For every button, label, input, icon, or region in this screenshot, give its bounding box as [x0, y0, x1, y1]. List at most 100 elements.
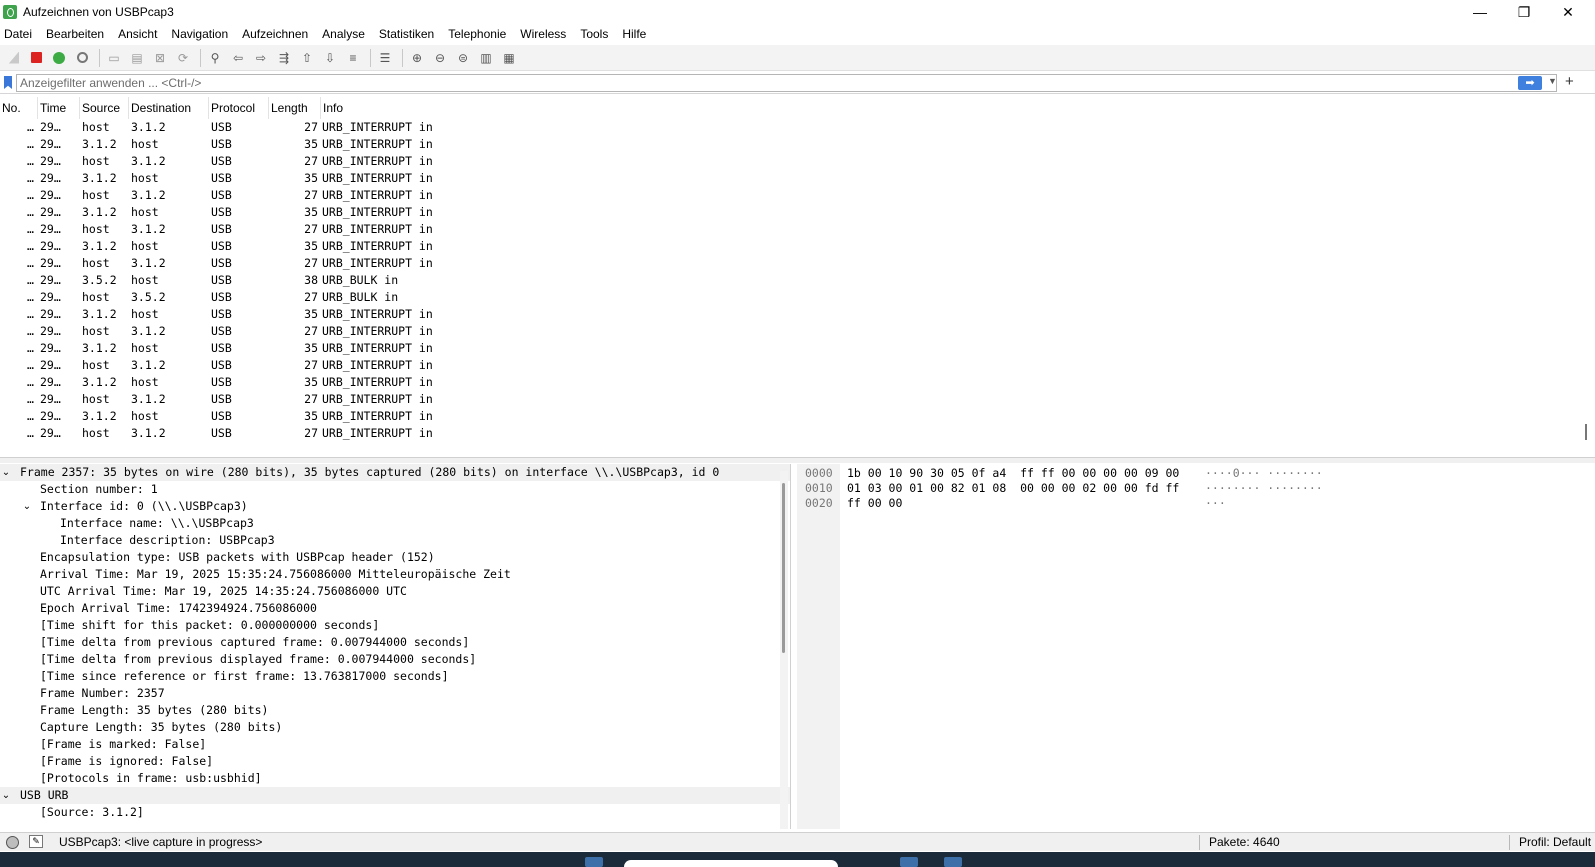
detail-tree-item[interactable]: [Time shift for this packet: 0.000000000…: [0, 617, 790, 634]
go-to-packet-icon[interactable]: ⇶: [274, 48, 294, 68]
detail-tree-item[interactable]: Frame Number: 2357: [0, 685, 790, 702]
detail-tree-item[interactable]: Frame Length: 35 bytes (280 bits): [0, 702, 790, 719]
find-packet-icon[interactable]: ⚲: [205, 48, 225, 68]
packet-row[interactable]: … 29… 3.1.2 host USB 35 URB_INTERRUPT in: [0, 374, 1595, 391]
close-button[interactable]: ✕: [1546, 0, 1590, 24]
taskbar-app-icon[interactable]: [944, 857, 962, 867]
detail-tree-item[interactable]: Interface name: \\.\USBPcap3: [0, 515, 790, 532]
detail-tree-item[interactable]: [Frame is marked: False]: [0, 736, 790, 753]
packet-row[interactable]: … 29… host 3.1.2 USB 27 URB_INTERRUPT in: [0, 187, 1595, 204]
restart-capture-icon[interactable]: [49, 48, 69, 68]
packet-row[interactable]: … 29… host 3.1.2 USB 27 URB_INTERRUPT in: [0, 323, 1595, 340]
column-header-no[interactable]: No.: [0, 97, 38, 119]
packet-row[interactable]: … 29… 3.1.2 host USB 35 URB_INTERRUPT in: [0, 306, 1595, 323]
detail-tree-item[interactable]: UTC Arrival Time: Mar 19, 2025 14:35:24.…: [0, 583, 790, 600]
filter-bookmark-icon[interactable]: [4, 76, 12, 89]
detail-tree-item[interactable]: [Time delta from previous displayed fram…: [0, 651, 790, 668]
packet-row[interactable]: … 29… host 3.1.2 USB 27 URB_INTERRUPT in: [0, 221, 1595, 238]
menu-tools[interactable]: Tools: [576, 24, 616, 45]
packet-row[interactable]: … 29… 3.1.2 host USB 35 URB_INTERRUPT in: [0, 204, 1595, 221]
zoom-normal-icon[interactable]: ⊜: [453, 48, 473, 68]
expert-info-led-icon[interactable]: [6, 836, 19, 849]
detail-tree-item[interactable]: [Source: 3.1.2]: [0, 804, 790, 821]
start-menu-icon[interactable]: [585, 857, 603, 867]
detail-tree-item[interactable]: [Frame is ignored: False]: [0, 753, 790, 770]
packet-row[interactable]: … 29… host 3.1.2 USB 27 URB_INTERRUPT in: [0, 391, 1595, 408]
reload-file-icon[interactable]: ⟳: [173, 48, 193, 68]
go-first-packet-icon[interactable]: ⇧: [297, 48, 317, 68]
packet-row[interactable]: … 29… host 3.1.2 USB 27 URB_INTERRUPT in: [0, 119, 1595, 136]
detail-tree-item[interactable]: ⌄ Interface id: 0 (\\.\USBPcap3): [0, 498, 790, 515]
detail-tree-item[interactable]: Encapsulation type: USB packets with USB…: [0, 549, 790, 566]
menu-navigation[interactable]: Navigation: [167, 24, 236, 45]
menu-datei[interactable]: Datei: [0, 24, 40, 45]
packet-row[interactable]: … 29… host 3.1.2 USB 27 URB_INTERRUPT in: [0, 357, 1595, 374]
packet-list-scrollbar[interactable]: [1585, 424, 1587, 440]
add-filter-button-icon[interactable]: +: [1565, 73, 1574, 90]
detail-tree-item[interactable]: Arrival Time: Mar 19, 2025 15:35:24.7560…: [0, 566, 790, 583]
maximize-button[interactable]: ❐: [1502, 0, 1546, 24]
close-file-icon[interactable]: ⊠: [150, 48, 170, 68]
details-scrollbar-thumb[interactable]: [782, 483, 785, 653]
packet-row[interactable]: … 29… 3.1.2 host USB 35 URB_INTERRUPT in: [0, 170, 1595, 187]
detail-tree-item[interactable]: Epoch Arrival Time: 1742394924.756086000: [0, 600, 790, 617]
menu-telephonie[interactable]: Telephonie: [444, 24, 514, 45]
packet-row[interactable]: … 29… 3.1.2 host USB 35 URB_INTERRUPT in: [0, 408, 1595, 425]
apply-filter-arrow-icon[interactable]: ➡: [1518, 76, 1542, 90]
detail-tree-item[interactable]: Section number: 1: [0, 481, 790, 498]
packet-row[interactable]: … 29… 3.1.2 host USB 35 URB_INTERRUPT in: [0, 340, 1595, 357]
detail-tree-item[interactable]: ⌄ Frame 2357: 35 bytes on wire (280 bits)…: [0, 464, 790, 481]
go-back-icon[interactable]: ⇦: [228, 48, 248, 68]
stop-capture-icon[interactable]: [26, 48, 46, 68]
taskbar-search-box[interactable]: [624, 860, 838, 867]
autoscroll-icon[interactable]: ≡: [343, 48, 363, 68]
profile-indicator[interactable]: Profil: Default: [1519, 835, 1591, 849]
detail-tree-item[interactable]: Interface description: USBPcap3: [0, 532, 790, 549]
go-last-packet-icon[interactable]: ⇩: [320, 48, 340, 68]
column-header-protocol[interactable]: Protocol: [209, 97, 269, 119]
details-scrollbar[interactable]: [780, 471, 788, 829]
save-file-icon[interactable]: ▤: [127, 48, 147, 68]
capture-comment-icon[interactable]: ✎: [29, 835, 43, 848]
menu-analyse[interactable]: Analyse: [318, 24, 373, 45]
menu-statistiken[interactable]: Statistiken: [375, 24, 442, 45]
menu-ansicht[interactable]: Ansicht: [114, 24, 165, 45]
taskbar-app-icon[interactable]: [900, 857, 918, 867]
column-header-source[interactable]: Source: [80, 97, 129, 119]
column-header-length[interactable]: Length: [269, 97, 321, 119]
expand-chevron-icon[interactable]: ⌄: [0, 787, 12, 804]
column-header-destination[interactable]: Destination: [129, 97, 209, 119]
column-header-time[interactable]: Time: [38, 97, 80, 119]
packet-row[interactable]: … 29… 3.1.2 host USB 35 URB_INTERRUPT in: [0, 238, 1595, 255]
packet-row[interactable]: … 29… host 3.1.2 USB 27 URB_INTERRUPT in: [0, 255, 1595, 272]
capture-options-icon[interactable]: [72, 48, 92, 68]
open-file-icon[interactable]: ▭: [104, 48, 124, 68]
zoom-out-icon[interactable]: ⊖: [430, 48, 450, 68]
display-filter-input[interactable]: Anzeigefilter anwenden ... <Ctrl-/>: [16, 74, 1557, 92]
detail-tree-item[interactable]: [Time since reference or first frame: 13…: [0, 668, 790, 685]
packet-row[interactable]: … 29… host 3.1.2 USB 27 URB_INTERRUPT in: [0, 425, 1595, 442]
column-header-info[interactable]: Info: [321, 97, 441, 119]
resize-columns-icon[interactable]: ▥: [476, 48, 496, 68]
detail-tree-item[interactable]: [Protocols in frame: usb:usbhid]: [0, 770, 790, 787]
detail-tree-item[interactable]: [Time delta from previous captured frame…: [0, 634, 790, 651]
zoom-in-icon[interactable]: ⊕: [407, 48, 427, 68]
detail-tree-item[interactable]: ⌄ USB URB: [0, 787, 790, 804]
start-capture-fin-icon[interactable]: [3, 48, 23, 68]
expand-chevron-icon[interactable]: ⌄: [0, 464, 12, 481]
expand-chevron-icon[interactable]: ⌄: [21, 498, 33, 515]
menu-hilfe[interactable]: Hilfe: [618, 24, 654, 45]
minimize-button[interactable]: —: [1458, 0, 1502, 24]
packet-row[interactable]: … 29… 3.1.2 host USB 35 URB_INTERRUPT in: [0, 136, 1595, 153]
colorize-icon[interactable]: ☰: [375, 48, 395, 68]
menu-wireless[interactable]: Wireless: [516, 24, 574, 45]
packet-row[interactable]: … 29… 3.5.2 host USB 38 URB_BULK in: [0, 272, 1595, 289]
go-forward-icon[interactable]: ⇨: [251, 48, 271, 68]
packet-row[interactable]: … 29… host 3.1.2 USB 27 URB_INTERRUPT in: [0, 153, 1595, 170]
layout-icon[interactable]: ▦: [499, 48, 519, 68]
menu-aufzeichnen[interactable]: Aufzeichnen: [238, 24, 316, 45]
pane-splitter[interactable]: [0, 457, 1595, 463]
filter-dropdown-icon[interactable]: ▼: [1548, 76, 1557, 86]
detail-tree-item[interactable]: Capture Length: 35 bytes (280 bits): [0, 719, 790, 736]
packet-row[interactable]: … 29… host 3.5.2 USB 27 URB_BULK in: [0, 289, 1595, 306]
